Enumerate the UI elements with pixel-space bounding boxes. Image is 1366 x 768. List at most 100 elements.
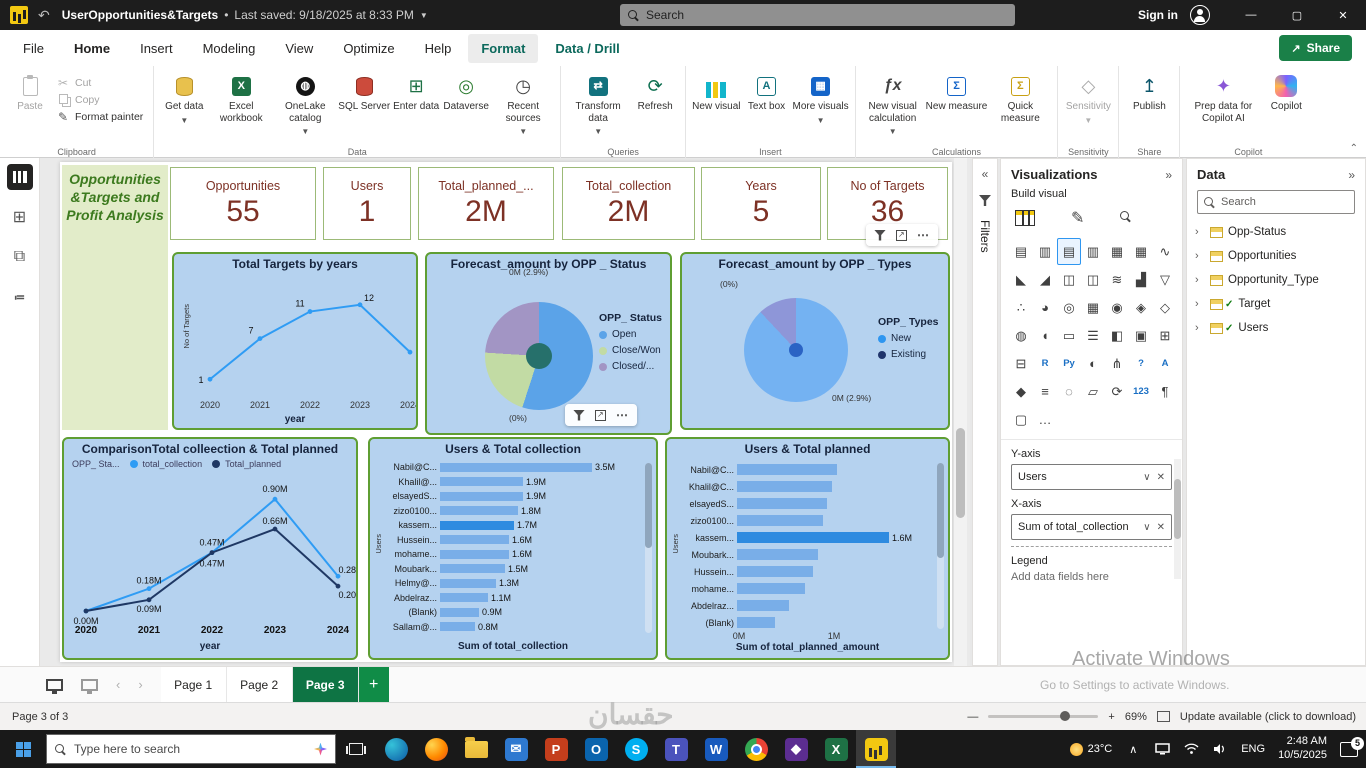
paste-button[interactable]: Paste	[6, 72, 54, 113]
new-page-button[interactable]: +	[358, 666, 389, 703]
filter-icon[interactable]	[573, 409, 585, 421]
legend-item[interactable]: Close/Won	[599, 345, 662, 356]
sign-in-button[interactable]: Sign in	[1138, 8, 1178, 22]
zoom-out-icon[interactable]: —	[967, 711, 978, 723]
visual-forecast-by-status[interactable]: Forecast_amount by OPP _ Status 0M (2.9%…	[425, 252, 672, 435]
shape-map-icon[interactable]: ◇	[1153, 294, 1177, 321]
skype-taskbar-icon[interactable]: S	[616, 730, 656, 768]
stacked-bar-chart-icon[interactable]: ▤	[1009, 238, 1033, 265]
more-visuals-button[interactable]: ▦ More visuals ▼	[793, 72, 849, 125]
visual-comparison-collection-planned[interactable]: ComparisonTotal colleection & Total plan…	[62, 437, 358, 660]
tab-format[interactable]: Format	[468, 33, 539, 63]
wifi-icon[interactable]	[1183, 741, 1199, 757]
slicer-icon[interactable]: ▣	[1129, 322, 1153, 349]
page-thumbnail-icon[interactable]	[81, 678, 98, 694]
tab-file[interactable]: File	[10, 34, 57, 63]
100-stacked-bar-chart-icon[interactable]: ▦	[1105, 238, 1129, 265]
bar[interactable]	[737, 464, 837, 475]
display-icon[interactable]	[1154, 741, 1170, 757]
new-visual-calculation-button[interactable]: ƒx New visual calculation ▼	[862, 72, 924, 136]
kpi-card-total-collection[interactable]: Total_collection 2M	[562, 167, 695, 240]
data-table-opportunities[interactable]: › Opportunities	[1187, 244, 1365, 268]
smart-narrative-icon[interactable]: A	[1153, 350, 1177, 377]
show-hidden-icons-chevron[interactable]: ∧	[1125, 741, 1141, 757]
edge-taskbar-icon[interactable]	[376, 730, 416, 768]
bar[interactable]	[440, 535, 509, 545]
text-box-button[interactable]: A Text box	[743, 72, 791, 113]
ribbon-chart-icon[interactable]: ≋	[1105, 266, 1129, 293]
analytics-tab-icon[interactable]	[1120, 211, 1134, 225]
report-title-block[interactable]: Opportunities &Targets and Profit Analys…	[62, 165, 168, 430]
data-table-opp-status[interactable]: › Opp-Status	[1187, 220, 1365, 244]
build-visual-tab-icon[interactable]	[1015, 210, 1035, 226]
treemap-chart-icon[interactable]: ▦	[1081, 294, 1105, 321]
power-automate-icon[interactable]: ⟳	[1105, 378, 1129, 405]
numeric-123-icon[interactable]: 123	[1129, 378, 1153, 405]
expand-filters-icon[interactable]: «	[982, 167, 989, 181]
bar[interactable]	[737, 481, 832, 492]
arcgis-map-icon[interactable]: ◌	[1057, 378, 1081, 405]
legend-placeholder[interactable]: Add data fields here	[1001, 571, 1182, 587]
stacked-area-chart-icon[interactable]: ◢	[1033, 266, 1057, 293]
report-page-view-icon[interactable]	[46, 678, 63, 694]
data-search-input[interactable]: Search	[1197, 190, 1355, 214]
field-dropdown-icon[interactable]: ∨	[1143, 522, 1150, 533]
qna-icon[interactable]: ?	[1129, 350, 1153, 377]
azure-map-icon[interactable]: ◍	[1009, 322, 1033, 349]
text-visual-icon[interactable]: ¶	[1153, 378, 1177, 405]
more-visuals-ellipsis-icon[interactable]: …	[1033, 406, 1057, 433]
tab-data-drill[interactable]: Data / Drill	[542, 34, 632, 63]
firefox-taskbar-icon[interactable]	[416, 730, 456, 768]
bar[interactable]	[440, 506, 518, 516]
tab-view[interactable]: View	[272, 34, 326, 63]
taskbar-search-input[interactable]: Type here to search	[46, 734, 336, 764]
account-avatar[interactable]	[1190, 5, 1210, 25]
bar[interactable]	[737, 498, 827, 509]
filter-icon[interactable]	[874, 229, 886, 241]
canvas-scrollbar[interactable]	[954, 158, 967, 666]
collapse-ribbon-icon[interactable]: ⌃	[1350, 143, 1358, 154]
zoom-slider[interactable]	[988, 711, 1099, 721]
model-view-icon[interactable]: ⧉	[7, 244, 33, 270]
legend-item[interactable]: total_collection	[129, 459, 202, 469]
start-button[interactable]	[0, 730, 46, 768]
global-search-input[interactable]: Search	[620, 4, 1015, 26]
card-icon[interactable]: ▭	[1057, 322, 1081, 349]
visual-scrollbar[interactable]	[645, 463, 652, 633]
line-stacked-column-chart-icon[interactable]: ◫	[1057, 266, 1081, 293]
enter-data-button[interactable]: ⊞ Enter data	[392, 72, 440, 113]
map-icon[interactable]: ◉	[1105, 294, 1129, 321]
expand-chevron-icon[interactable]: ›	[1195, 274, 1205, 286]
mail-taskbar-icon[interactable]: ✉	[496, 730, 536, 768]
metrics-icon[interactable]: ◆	[1009, 378, 1033, 405]
tab-optimize[interactable]: Optimize	[330, 34, 407, 63]
bar[interactable]	[440, 607, 479, 617]
bar[interactable]	[737, 600, 789, 611]
collapse-panel-icon[interactable]: »	[1348, 168, 1355, 182]
file-explorer-taskbar-icon[interactable]	[456, 730, 496, 768]
visual-studio-taskbar-icon[interactable]: ◆	[776, 730, 816, 768]
kpi-card-years[interactable]: Years 5	[701, 167, 821, 240]
field-dropdown-icon[interactable]: ∨	[1143, 472, 1150, 483]
get-data-button[interactable]: Get data ▼	[160, 72, 208, 125]
donut-chart-icon[interactable]: ◎	[1057, 294, 1081, 321]
scatter-chart-icon[interactable]: ∴	[1009, 294, 1033, 321]
fit-to-page-icon[interactable]	[1156, 711, 1170, 722]
report-page[interactable]: Opportunities &Targets and Profit Analys…	[60, 162, 952, 662]
task-view-button[interactable]	[336, 730, 376, 768]
table-view-icon[interactable]: ⊞	[7, 204, 33, 230]
teams-taskbar-icon[interactable]: T	[656, 730, 696, 768]
matrix-icon[interactable]: ⊟	[1009, 350, 1033, 377]
report-view-icon[interactable]	[6, 164, 33, 190]
clustered-column-chart-icon[interactable]: ▥	[1081, 238, 1105, 265]
bar[interactable]	[440, 491, 523, 501]
legend-item[interactable]: Closed/...	[599, 361, 662, 372]
remove-field-icon[interactable]: ✕	[1157, 522, 1165, 533]
filled-map-icon[interactable]: ◈	[1129, 294, 1153, 321]
bar[interactable]	[440, 477, 523, 487]
share-button[interactable]: ↗ Share	[1279, 35, 1352, 61]
bar[interactable]	[440, 593, 488, 603]
clustered-bar-chart-icon[interactable]: ▤	[1057, 238, 1081, 265]
visual-total-targets-by-years[interactable]: Total Targets by years No of Targets 1 7 1…	[172, 252, 418, 430]
excel-workbook-button[interactable]: X Excel workbook	[210, 72, 272, 124]
